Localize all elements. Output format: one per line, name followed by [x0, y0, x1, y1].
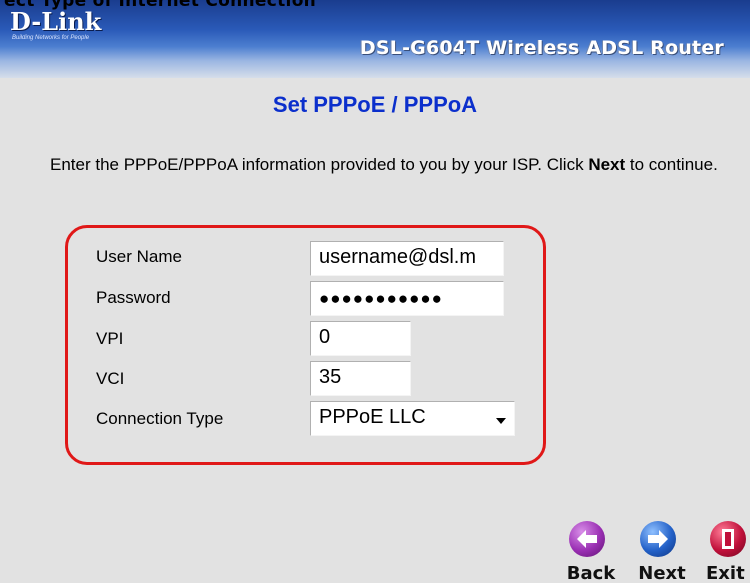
vci-input[interactable]: 35 [310, 361, 411, 396]
exit-door-icon[interactable] [710, 521, 746, 557]
vpi-input[interactable]: 0 [310, 321, 411, 356]
intro-text-end: to continue. [625, 155, 718, 174]
username-input[interactable]: username@dsl.m [310, 241, 504, 276]
intro-text: Enter the PPPoE/PPPoA information provid… [50, 153, 730, 177]
password-label: Password [96, 288, 171, 307]
password-input[interactable]: ●●●●●●●●●●● [310, 281, 504, 316]
page-title: Set PPPoE / PPPoA [272, 92, 478, 117]
header-banner: ect Type of Internet Connection D-Link B… [0, 0, 750, 78]
dlink-logo: D-Link [10, 7, 102, 36]
logo-tagline: Building Networks for People [12, 35, 90, 41]
connection-type-select[interactable]: PPPoE LLC [310, 401, 515, 436]
username-label: User Name [96, 247, 182, 266]
next-arrow-icon[interactable] [640, 521, 676, 557]
back-label[interactable]: Back [563, 563, 619, 583]
connection-type-label: Connection Type [96, 409, 224, 428]
exit-button[interactable]: Exit [706, 521, 750, 583]
back-button[interactable]: Back [567, 521, 615, 583]
intro-next-keyword: Next [588, 155, 626, 174]
router-setup-page: ect Type of Internet Connection D-Link B… [0, 0, 750, 583]
chevron-down-icon[interactable] [496, 418, 506, 424]
product-name: DSL-G604T Wireless ADSL Router [359, 37, 724, 59]
connection-type-value: PPPoE LLC [319, 406, 426, 428]
exit-label[interactable]: Exit [706, 563, 750, 583]
intro-text-start: Enter the PPPoE/PPPoA information provid… [50, 155, 589, 174]
back-arrow-icon[interactable] [569, 521, 605, 557]
next-label[interactable]: Next [634, 563, 690, 583]
vci-label: VCI [96, 369, 125, 388]
vpi-label: VPI [96, 329, 124, 348]
next-button[interactable]: Next [638, 521, 686, 583]
